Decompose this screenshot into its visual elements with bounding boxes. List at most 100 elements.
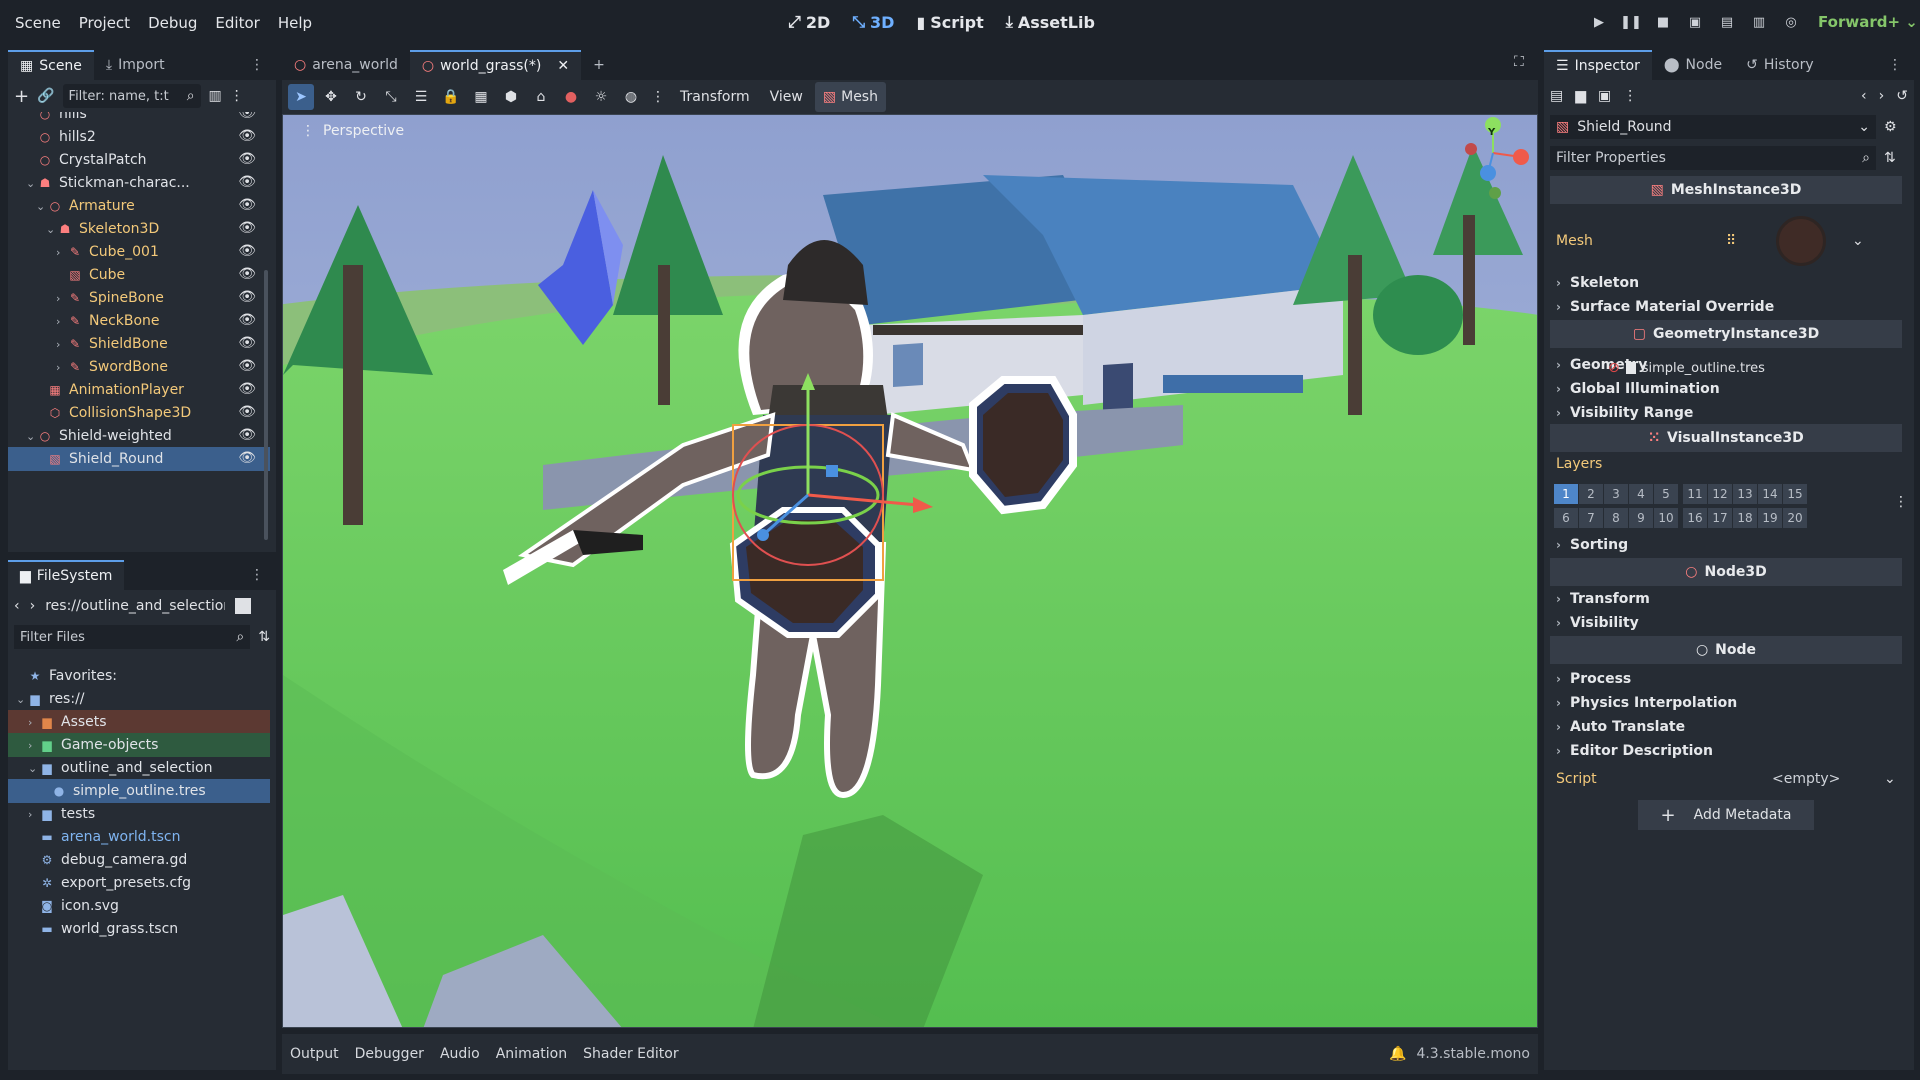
layer-toggle[interactable]: 17 — [1708, 508, 1732, 528]
file-item[interactable]: › ▆ tests — [8, 802, 270, 826]
open-folder-icon[interactable]: ▆ — [1575, 88, 1586, 104]
add-node-icon[interactable]: + — [14, 86, 29, 107]
chevron-right-icon[interactable]: › — [56, 338, 68, 351]
visibility-eye-icon[interactable]: 👁 — [238, 151, 256, 167]
camera-override-icon[interactable]: ● — [558, 84, 584, 110]
section-transform[interactable]: › Transform — [1556, 588, 1920, 610]
layer-toggle[interactable]: 1 — [1554, 484, 1578, 504]
snap-icon[interactable]: ⌂ — [528, 84, 554, 110]
tab-node[interactable]: ⬤ Node — [1652, 50, 1734, 80]
file-item[interactable]: ✲ export_presets.cfg — [8, 871, 270, 895]
layer-toggle[interactable]: 13 — [1733, 484, 1757, 504]
chevron-right-icon[interactable]: › — [28, 739, 40, 752]
bottom-tab-output[interactable]: Output — [282, 1046, 347, 1062]
distraction-free-icon[interactable]: ⛶ — [1514, 54, 1524, 70]
scene-node[interactable]: ⌄ ☗ Stickman-charac... 👁 — [8, 171, 270, 195]
filesystem-filter-input[interactable]: Filter Files ⌕ — [14, 625, 251, 649]
visibility-eye-icon[interactable]: 👁 — [238, 335, 256, 351]
visibility-eye-icon[interactable]: 👁 — [238, 128, 256, 144]
perspective-menu[interactable]: ⋮ Perspective — [301, 123, 404, 139]
bottom-tab-animation[interactable]: Animation — [488, 1046, 575, 1062]
file-item[interactable]: ⌄ ▆ res:// — [8, 687, 270, 711]
lock-icon[interactable]: 🔒 — [438, 84, 464, 110]
layer-toggle[interactable]: 3 — [1604, 484, 1628, 504]
scene-node[interactable]: ⌄ ○ Shield-weighted 👁 — [8, 424, 270, 448]
tab-filesystem[interactable]: ▆ FileSystem — [8, 560, 125, 590]
layer-toggle[interactable]: 4 — [1629, 484, 1653, 504]
movie-maker-icon[interactable]: ◎ — [1782, 13, 1800, 31]
menu-scene[interactable]: Scene — [6, 12, 70, 34]
visibility-eye-icon[interactable]: 👁 — [238, 266, 256, 282]
chevron-right-icon[interactable]: › — [56, 361, 68, 374]
chevron-down-icon[interactable]: ⌄ — [36, 200, 48, 213]
tab-import[interactable]: ⤓ Import — [94, 50, 177, 80]
layer-toggle[interactable]: 2 — [1579, 484, 1603, 504]
chevron-down-icon[interactable]: ⌄ — [1852, 233, 1864, 249]
layer-toggle[interactable]: 6 — [1554, 508, 1578, 528]
filesystem-path[interactable]: res://outline_and_selection/ — [45, 598, 225, 614]
layer-toggle[interactable]: 14 — [1758, 484, 1782, 504]
file-item[interactable]: ▬ arena_world.tscn — [8, 825, 270, 849]
visibility-eye-icon[interactable]: 👁 — [238, 289, 256, 305]
scene-node[interactable]: › ✎ SpineBone 👁 — [8, 286, 270, 310]
section-editor-description[interactable]: › Editor Description — [1556, 740, 1920, 762]
chevron-right-icon[interactable]: › — [28, 716, 40, 729]
play-scene-icon[interactable]: ▤ — [1718, 13, 1736, 31]
node-picker[interactable]: ▧ Shield_Round ⌄ — [1550, 115, 1876, 139]
file-item[interactable]: ◙ icon.svg — [8, 894, 270, 918]
scene-node[interactable]: ○ hills 👁 — [8, 112, 270, 126]
link-icon[interactable]: 🔗 — [37, 88, 54, 104]
chevron-right-icon[interactable]: › — [56, 292, 68, 305]
history-back-icon[interactable]: ‹ — [1861, 88, 1867, 104]
forward-icon[interactable]: › — [30, 598, 36, 614]
history-forward-icon[interactable]: › — [1879, 88, 1885, 104]
chevron-right-icon[interactable]: › — [28, 808, 40, 821]
back-icon[interactable]: ‹ — [14, 598, 20, 614]
3d-viewport[interactable]: ⋮ Perspective Y — [282, 114, 1538, 1028]
select-tool-icon[interactable]: ➤ — [288, 84, 314, 110]
bottom-tab-debugger[interactable]: Debugger — [347, 1046, 432, 1062]
tab-scene[interactable]: ▦ Scene — [8, 50, 94, 80]
scene-dock-menu-icon[interactable]: ⋮ — [238, 50, 276, 80]
mode-3d[interactable]: ⤡ 3D — [852, 12, 894, 32]
file-item[interactable]: › ▆ Assets — [8, 710, 270, 734]
section-auto-translate[interactable]: › Auto Translate — [1556, 716, 1920, 738]
script-attach-icon[interactable]: ▥ — [209, 88, 222, 104]
layer-toggle[interactable]: 16 — [1683, 508, 1707, 528]
bottom-tab-shader-editor[interactable]: Shader Editor — [575, 1046, 686, 1062]
chevron-down-icon[interactable]: ⌄ — [28, 762, 40, 775]
layer-toggle[interactable]: 7 — [1579, 508, 1603, 528]
scene-node[interactable]: › ✎ ShieldBone 👁 — [8, 332, 270, 356]
visibility-eye-icon[interactable]: 👁 — [238, 220, 256, 236]
chevron-down-icon[interactable]: ⌄ — [26, 177, 38, 190]
mode-2d[interactable]: ⤢ 2D — [788, 12, 830, 32]
transform-menu[interactable]: Transform — [672, 89, 758, 105]
section-physics-interpolation[interactable]: › Physics Interpolation — [1556, 692, 1920, 714]
pause-icon[interactable]: ❚❚ — [1620, 13, 1642, 31]
inspector-more-icon[interactable]: ⋮ — [1623, 88, 1637, 104]
layer-toggle[interactable]: 11 — [1683, 484, 1707, 504]
layer-toggle[interactable]: 8 — [1604, 508, 1628, 528]
scene-node[interactable]: › ✎ Cube_001 👁 — [8, 240, 270, 264]
mesh-menu[interactable]: ▧ Mesh — [814, 82, 886, 112]
scene-filter-input[interactable]: Filter: name, t:t ⌕ — [62, 84, 201, 108]
chevron-right-icon[interactable]: › — [56, 315, 68, 328]
save-icon[interactable]: ▣ — [1598, 88, 1611, 104]
script-value[interactable]: <empty> — [1772, 771, 1884, 787]
scene-node[interactable]: › ✎ NeckBone 👁 — [8, 309, 270, 333]
section-visibility[interactable]: › Visibility — [1556, 612, 1920, 634]
remote-debug-icon[interactable]: ▣ — [1686, 13, 1704, 31]
section-process[interactable]: › Process — [1556, 668, 1920, 690]
visibility-eye-icon[interactable]: 👁 — [238, 450, 256, 466]
scene-more-icon[interactable]: ⋮ — [230, 88, 244, 104]
layer-toggle[interactable]: 19 — [1758, 508, 1782, 528]
scene-node[interactable]: › ✎ SwordBone 👁 — [8, 355, 270, 379]
add-tab-icon[interactable]: + — [581, 50, 617, 80]
node-tools-icon[interactable]: ⚙ — [1884, 119, 1897, 135]
view-menu[interactable]: View — [762, 89, 811, 105]
layout-toggle-icon[interactable] — [235, 598, 252, 614]
chevron-down-icon[interactable]: ⌄ — [46, 223, 58, 236]
visibility-eye-icon[interactable]: 👁 — [238, 174, 256, 190]
section-surface-override[interactable]: › Surface Material Override — [1556, 296, 1920, 318]
layers-more-icon[interactable]: ⋮ — [1894, 494, 1908, 510]
